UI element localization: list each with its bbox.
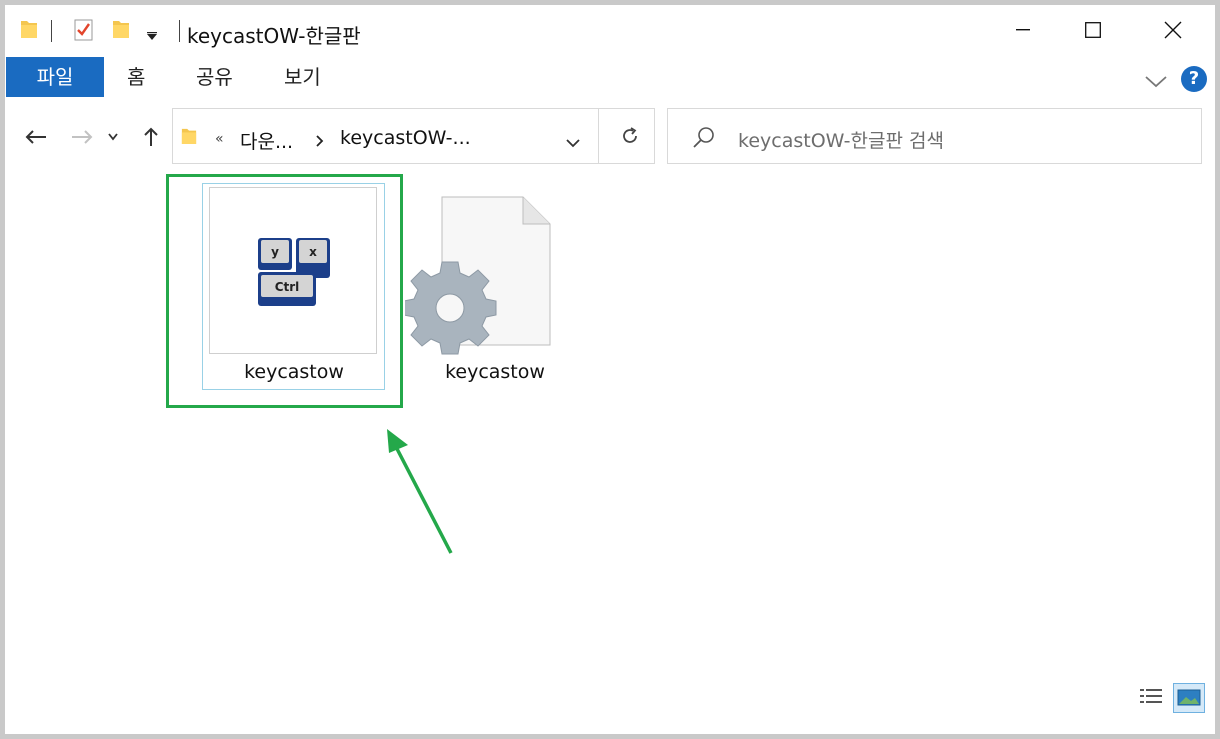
file-explorer-window: keycastOW-한글판 파일 홈 공유 보기 ? « 다운... keyca… — [5, 5, 1215, 734]
new-folder-icon[interactable] — [112, 19, 130, 43]
title-bar: keycastOW-한글판 — [5, 5, 1215, 57]
recent-locations-button[interactable] — [104, 123, 122, 151]
properties-icon[interactable] — [74, 19, 94, 45]
minimize-button[interactable] — [1003, 15, 1043, 45]
close-button[interactable] — [1153, 15, 1193, 45]
up-arrow-icon — [144, 127, 158, 146]
svg-text:y: y — [271, 245, 279, 259]
breadcrumb-overflow[interactable]: « — [215, 131, 224, 147]
details-view-button[interactable] — [1137, 683, 1165, 715]
expand-ribbon-chevron-icon[interactable] — [1145, 73, 1167, 92]
forward-button[interactable] — [68, 123, 96, 151]
forward-arrow-icon — [72, 130, 93, 144]
up-button[interactable] — [137, 123, 165, 151]
file-name-label: keycastow — [244, 361, 344, 383]
file-item-keycastow-config[interactable] — [403, 195, 555, 365]
tab-file[interactable]: 파일 — [6, 57, 104, 97]
help-button[interactable]: ? — [1181, 66, 1207, 92]
folder-icon — [20, 19, 38, 43]
search-box[interactable]: keycastOW-한글판 검색 — [667, 108, 1202, 164]
window-title: keycastOW-한글판 — [187, 24, 361, 48]
refresh-icon[interactable] — [620, 126, 640, 150]
file-thumbnail-frame: y x Ctrl — [209, 187, 377, 354]
svg-text:Ctrl: Ctrl — [275, 280, 300, 294]
large-icons-view-button[interactable] — [1173, 683, 1205, 713]
address-bar[interactable]: « 다운... keycastOW-... — [172, 108, 655, 164]
breadcrumb-chevron-icon[interactable] — [316, 132, 324, 151]
tab-view[interactable]: 보기 — [284, 57, 321, 97]
customize-quick-access-chevron-icon[interactable] — [146, 27, 158, 46]
breadcrumb-item-downloads[interactable]: 다운... — [240, 127, 293, 154]
tab-share[interactable]: 공유 — [196, 57, 233, 97]
config-file-gear-icon — [403, 196, 551, 355]
large-icons-view-icon — [1177, 689, 1201, 706]
annotation-arrow — [387, 429, 453, 554]
back-button[interactable] — [22, 123, 50, 151]
folder-icon — [181, 126, 197, 150]
breadcrumb-item-current[interactable]: keycastOW-... — [340, 127, 471, 149]
details-view-icon — [1140, 689, 1162, 703]
address-divider — [598, 109, 599, 163]
chevron-down-icon — [108, 133, 118, 141]
title-separator — [179, 20, 180, 42]
search-input[interactable]: keycastOW-한글판 검색 — [738, 126, 944, 153]
tab-home[interactable]: 홈 — [127, 57, 145, 97]
back-arrow-icon — [25, 130, 46, 144]
ribbon: 파일 홈 공유 보기 ? — [5, 57, 1215, 101]
keycastow-app-icon: y x Ctrl — [258, 238, 330, 306]
address-history-chevron-icon[interactable] — [566, 133, 580, 152]
maximize-button[interactable] — [1073, 15, 1113, 45]
maximize-icon — [1085, 22, 1101, 38]
svg-text:x: x — [309, 245, 317, 259]
search-icon — [692, 125, 716, 153]
minimize-icon — [1016, 29, 1030, 31]
file-name-label: keycastow — [445, 361, 545, 383]
close-icon — [1164, 21, 1182, 39]
quick-access-separator — [51, 20, 52, 42]
